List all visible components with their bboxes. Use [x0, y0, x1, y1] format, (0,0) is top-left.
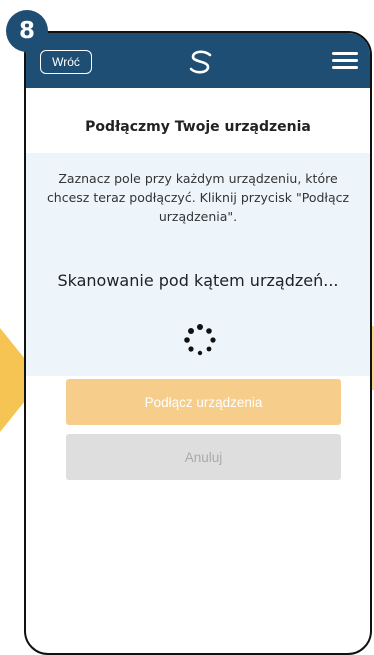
- scanning-status: Skanowanie pod kątem urządzeń...: [57, 271, 339, 290]
- back-button[interactable]: Wróć: [40, 50, 92, 74]
- page-title: Podłączmy Twoje urządzenia: [85, 119, 311, 135]
- scan-panel: Zaznacz pole przy każdym urządzeniu, któ…: [26, 153, 370, 376]
- instructions-line-2: chcesz teraz podłączyć. Kliknij przycisk…: [46, 190, 350, 205]
- hamburger-menu-icon[interactable]: [332, 52, 358, 72]
- brand-logo-icon: [189, 50, 212, 74]
- app-header: Wróć: [26, 33, 370, 88]
- instructions-line-3: urządzenia".: [158, 209, 238, 224]
- loading-spinner-icon: [184, 324, 216, 356]
- instructions-line-1: Zaznacz pole przy każdym urządzeniu, któ…: [58, 171, 338, 186]
- instructions-text: Zaznacz pole przy każdym urządzeniu, któ…: [26, 169, 370, 226]
- step-number-badge: 8: [6, 10, 48, 52]
- cancel-button[interactable]: Anuluj: [66, 434, 341, 480]
- connect-devices-button[interactable]: Podłącz urządzenia: [66, 379, 341, 425]
- phone-frame: Wróć Podłączmy Twoje urządzenia Zaznacz …: [24, 31, 372, 655]
